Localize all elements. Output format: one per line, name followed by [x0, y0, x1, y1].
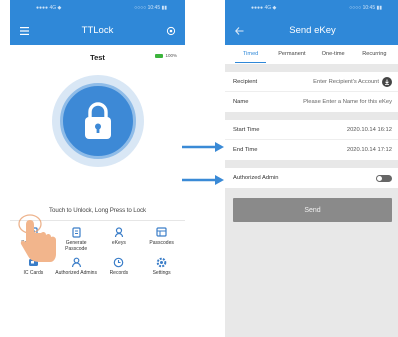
- time-section: Start Time 2020.10.14 16:12 End Time 202…: [225, 120, 398, 160]
- start-time-label: Start Time: [233, 126, 260, 133]
- padlock-icon: [84, 102, 111, 139]
- app-title: Send eKey: [289, 25, 336, 36]
- tab-recurring[interactable]: Recurring: [354, 45, 395, 64]
- app-title: TTLock: [81, 25, 114, 36]
- gateway-icon[interactable]: [165, 25, 177, 37]
- grid-label: eKeys: [111, 240, 126, 246]
- arrow-to-start-time: [182, 142, 224, 152]
- settings-icon: [156, 256, 168, 268]
- battery-icon: [155, 53, 164, 58]
- tab-permanent[interactable]: Permanent: [271, 45, 312, 64]
- end-time-value[interactable]: 2020.10.14 17:12: [347, 147, 392, 153]
- menu-icon[interactable]: [18, 25, 30, 37]
- status-bar: ●●●● 4G ◆ ○○○○ 10:45 ▮▮: [225, 0, 398, 16]
- lock-button-wrap: [10, 75, 185, 167]
- battery-text: 100%: [165, 53, 177, 58]
- tab-timed[interactable]: Timed: [230, 45, 271, 64]
- grid-label: IC Cards: [23, 270, 44, 276]
- lock-button-inner: [59, 83, 136, 159]
- back-arrow-icon[interactable]: [233, 25, 245, 37]
- phone-screen-send-ekey: ●●●● 4G ◆ ○○○○ 10:45 ▮▮ Send eKey Timed …: [225, 0, 398, 337]
- send-button[interactable]: Send: [233, 198, 392, 222]
- grid-item-ekeys[interactable]: eKeys: [98, 226, 141, 252]
- recipient-section: Recipient Enter Recipient's Account Name…: [225, 72, 398, 112]
- tab-bar: Timed Permanent One-time Recurring: [225, 45, 398, 64]
- pointing-hand-icon: [18, 214, 56, 262]
- grid-item-records[interactable]: Records: [98, 256, 141, 276]
- app-bar-spacer: [380, 25, 392, 37]
- contacts-download-icon[interactable]: [382, 76, 392, 87]
- recipient-input[interactable]: Enter Recipient's Account: [313, 76, 392, 87]
- lock-button[interactable]: [51, 75, 144, 167]
- records-icon: [113, 256, 125, 268]
- recipient-label: Recipient: [233, 78, 258, 85]
- battery-indicator: 100%: [155, 53, 177, 58]
- start-time-value[interactable]: 2020.10.14 16:12: [347, 127, 392, 133]
- recipient-placeholder: Enter Recipient's Account: [313, 78, 379, 85]
- admin-section: Authorized Admin: [225, 168, 398, 188]
- phone-screen-lock-main: ●●●● 4G ◆ ○○○○ 10:45 ▮▮ TTLock Test 100%: [10, 0, 185, 337]
- generate-passcode-icon: [70, 226, 82, 238]
- ekeys-icon: [113, 226, 125, 238]
- status-time: ○○○○ 10:45 ▮▮: [349, 5, 382, 11]
- name-row[interactable]: Name Please Enter a Name for this eKey: [225, 92, 398, 112]
- name-label: Name: [233, 99, 249, 105]
- grid-item-settings[interactable]: Settings: [140, 256, 183, 276]
- status-signal: ●●●● 4G ◆: [36, 5, 62, 11]
- grid-label: Authorized Admins: [55, 270, 97, 276]
- grid-label: Settings: [152, 270, 171, 276]
- authorized-admin-row: Authorized Admin: [225, 168, 398, 188]
- authorized-admins-icon: [70, 256, 82, 268]
- app-bar: Send eKey: [225, 16, 398, 45]
- status-bar: ●●●● 4G ◆ ○○○○ 10:45 ▮▮: [10, 0, 185, 16]
- grid-label: Passcodes: [149, 240, 174, 246]
- end-time-row[interactable]: End Time 2020.10.14 17:12: [225, 140, 398, 160]
- grid-label: Generate Passcode: [65, 240, 88, 252]
- tab-one-time[interactable]: One-time: [313, 45, 354, 64]
- authorized-admin-label: Authorized Admin: [233, 175, 279, 181]
- grid-item-authorized-admins[interactable]: Authorized Admins: [55, 256, 98, 276]
- status-signal: ●●●● 4G ◆: [251, 5, 277, 11]
- recipient-row[interactable]: Recipient Enter Recipient's Account: [225, 72, 398, 92]
- authorized-admin-toggle[interactable]: [376, 174, 392, 182]
- lock-name: Test: [90, 52, 105, 62]
- app-bar: TTLock: [10, 16, 185, 45]
- grid-item-generate-passcode[interactable]: Generate Passcode: [55, 226, 98, 252]
- passcodes-icon: [156, 226, 168, 238]
- grid-item-passcodes[interactable]: Passcodes: [140, 226, 183, 252]
- grid-label: Records: [109, 270, 129, 276]
- status-time: ○○○○ 10:45 ▮▮: [134, 5, 167, 11]
- lock-header: Test 100%: [10, 45, 185, 69]
- name-input[interactable]: Please Enter a Name for this eKey: [303, 99, 392, 105]
- arrow-to-end-time: [182, 175, 224, 185]
- start-time-row[interactable]: Start Time 2020.10.14 16:12: [225, 120, 398, 140]
- toggle-knob: [377, 175, 382, 181]
- end-time-label: End Time: [233, 147, 258, 153]
